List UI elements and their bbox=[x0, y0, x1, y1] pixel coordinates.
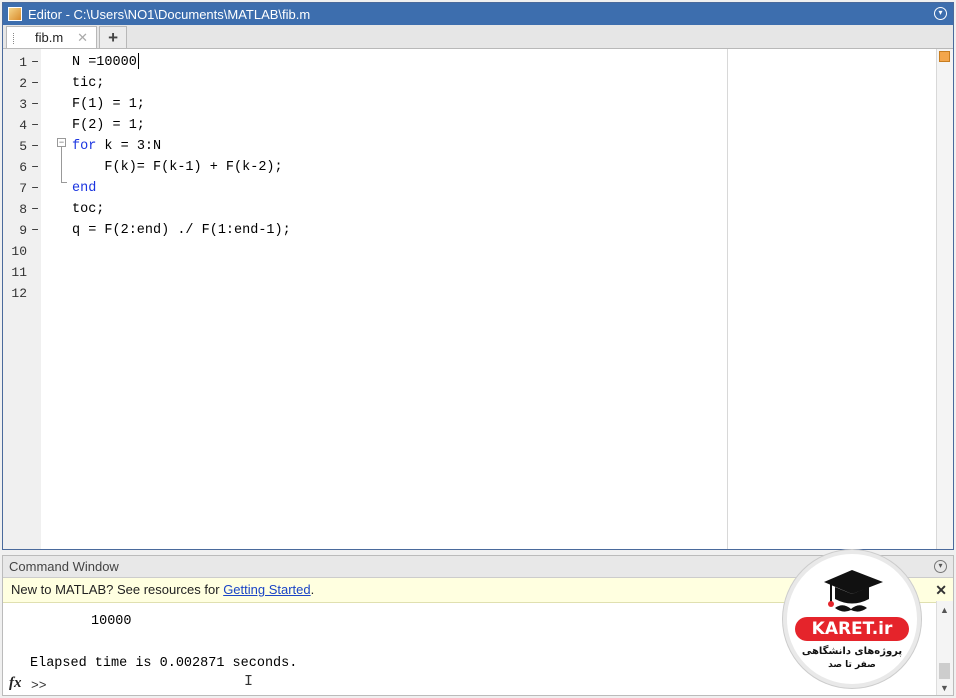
function-browser-icon[interactable]: fx bbox=[9, 675, 22, 692]
line-number[interactable]: 3 bbox=[5, 94, 27, 115]
code-content: tic; bbox=[72, 76, 105, 91]
karet-watermark-logo: KARET.ir پروژه‌های دانشگاهی صفر تا صد bbox=[783, 550, 921, 688]
line-number[interactable]: 10 bbox=[5, 241, 27, 262]
breakpoint-marker[interactable]: – bbox=[31, 220, 39, 241]
editor-icon bbox=[8, 7, 22, 21]
fold-end-marker bbox=[61, 182, 67, 183]
breakpoint-marker[interactable]: – bbox=[31, 157, 39, 178]
breakpoint-marker[interactable]: – bbox=[31, 178, 39, 199]
output-value: 10000 bbox=[91, 614, 132, 629]
code-line[interactable]: 1– N =10000 bbox=[3, 52, 723, 73]
line-number[interactable]: 12 bbox=[5, 283, 27, 304]
command-window-actions-icon[interactable]: ▾ bbox=[934, 560, 947, 573]
breakpoint-marker[interactable]: – bbox=[31, 199, 39, 220]
code-line[interactable]: 8– toc; bbox=[3, 199, 723, 220]
code-line[interactable]: 6– F(k)= F(k-1) + F(k-2); bbox=[3, 157, 723, 178]
code-analyzer-warning-icon[interactable] bbox=[939, 51, 950, 62]
breakpoint-marker[interactable]: – bbox=[31, 73, 39, 94]
fold-toggle-icon[interactable]: − bbox=[57, 138, 66, 147]
line-number[interactable]: 9 bbox=[5, 220, 27, 241]
code-line[interactable]: 7– end bbox=[3, 178, 723, 199]
code-text[interactable]: toc; bbox=[72, 199, 104, 220]
code-line[interactable]: 9– q = F(2:end) ./ F(1:end-1); bbox=[3, 220, 723, 241]
code-line[interactable]: 12 bbox=[3, 283, 723, 304]
line-number[interactable]: 7 bbox=[5, 178, 27, 199]
scroll-up-arrow-icon[interactable]: ▲ bbox=[940, 605, 949, 615]
code-text[interactable]: q = F(2:end) ./ F(1:end-1); bbox=[72, 220, 291, 241]
editor-vertical-scrollbar[interactable] bbox=[936, 49, 953, 549]
code-content: q = F(2:end) ./ F(1:end-1); bbox=[72, 223, 291, 238]
breakpoint-marker[interactable]: – bbox=[31, 94, 39, 115]
breakpoint-marker[interactable]: – bbox=[31, 136, 39, 157]
line-number[interactable]: 1 bbox=[5, 52, 27, 73]
command-window-scrollbar[interactable]: ▲ ▼ bbox=[936, 601, 953, 695]
banner-close-icon[interactable]: ✕ bbox=[935, 578, 947, 602]
scroll-thumb[interactable] bbox=[939, 663, 950, 679]
tab-close-icon[interactable]: ✕ bbox=[77, 30, 88, 46]
code-text[interactable]: for k = 3:N bbox=[72, 136, 161, 157]
line-number[interactable]: 8 bbox=[5, 199, 27, 220]
add-tab-button[interactable]: + bbox=[99, 26, 128, 48]
editor-tab-bar: fib.m ✕ + bbox=[3, 25, 953, 49]
breakpoint-marker[interactable]: – bbox=[31, 115, 39, 136]
code-line[interactable]: 11 bbox=[3, 262, 723, 283]
code-text[interactable]: F(k)= F(k-1) + F(k-2); bbox=[72, 157, 283, 178]
getting-started-link[interactable]: Getting Started bbox=[223, 582, 310, 597]
command-prompt[interactable]: >> bbox=[31, 678, 47, 693]
text-cursor-icon: I bbox=[244, 673, 254, 690]
code-text[interactable]: F(2) = 1; bbox=[72, 115, 145, 136]
code-content: toc; bbox=[72, 202, 105, 217]
editor-actions-menu-icon[interactable]: ▾ bbox=[934, 7, 947, 20]
code-editor[interactable]: 1– N =10000 2– tic; 3– F(1) = 1; 4– F(2) = 1; 5–… bbox=[3, 49, 953, 549]
keyword: for bbox=[72, 139, 97, 154]
code-content: F(k)= F(k-1) + F(k-2); bbox=[72, 160, 283, 175]
code-line[interactable]: 4– F(2) = 1; bbox=[3, 115, 723, 136]
code-line[interactable]: 2– tic; bbox=[3, 73, 723, 94]
banner-text: New to MATLAB? See resources for bbox=[11, 582, 224, 597]
line-number[interactable]: 11 bbox=[5, 262, 27, 283]
editor-title: Editor - C:\Users\NO1\Documents\MATLAB\f… bbox=[28, 6, 311, 22]
tab-label: fib.m bbox=[35, 30, 64, 45]
right-margin-line bbox=[727, 49, 728, 549]
banner-period: . bbox=[310, 582, 315, 597]
code-text[interactable]: end bbox=[72, 178, 96, 199]
code-line[interactable]: 10 bbox=[3, 241, 723, 262]
line-number[interactable]: 6 bbox=[5, 157, 27, 178]
keyword: end bbox=[72, 181, 97, 196]
code-line[interactable]: 3– F(1) = 1; bbox=[3, 94, 723, 115]
code-content: k = 3:N bbox=[96, 139, 162, 154]
code-text[interactable]: F(1) = 1; bbox=[72, 94, 145, 115]
elapsed-time-output: Elapsed time is 0.002871 seconds. bbox=[30, 656, 298, 671]
watermark-line-1: پروژه‌های دانشگاهی bbox=[801, 646, 903, 657]
karet-brand: KARET.ir bbox=[795, 617, 909, 641]
text-caret bbox=[137, 53, 139, 70]
code-content: F(1) = 1; bbox=[72, 97, 145, 112]
editor-title-bar[interactable]: Editor - C:\Users\NO1\Documents\MATLAB\f… bbox=[3, 3, 953, 25]
editor-window: Editor - C:\Users\NO1\Documents\MATLAB\f… bbox=[2, 2, 954, 550]
code-content: F(2) = 1; bbox=[72, 118, 145, 133]
line-number[interactable]: 5 bbox=[5, 136, 27, 157]
tab-fib-m[interactable]: fib.m ✕ bbox=[6, 26, 98, 48]
scroll-down-arrow-icon[interactable]: ▼ bbox=[940, 683, 949, 693]
code-content: N =10000 bbox=[72, 55, 137, 70]
line-number[interactable]: 4 bbox=[5, 115, 27, 136]
tab-grip-icon bbox=[13, 33, 16, 44]
code-text[interactable]: N =10000 bbox=[72, 52, 139, 73]
code-line[interactable]: 5– for k = 3:N bbox=[3, 136, 723, 157]
line-number[interactable]: 2 bbox=[5, 73, 27, 94]
fold-line bbox=[61, 147, 62, 182]
code-text[interactable]: tic; bbox=[72, 73, 104, 94]
watermark-line-2: صفر تا صد bbox=[828, 660, 876, 670]
command-window-title: Command Window bbox=[9, 559, 119, 574]
breakpoint-marker[interactable]: – bbox=[31, 52, 39, 73]
